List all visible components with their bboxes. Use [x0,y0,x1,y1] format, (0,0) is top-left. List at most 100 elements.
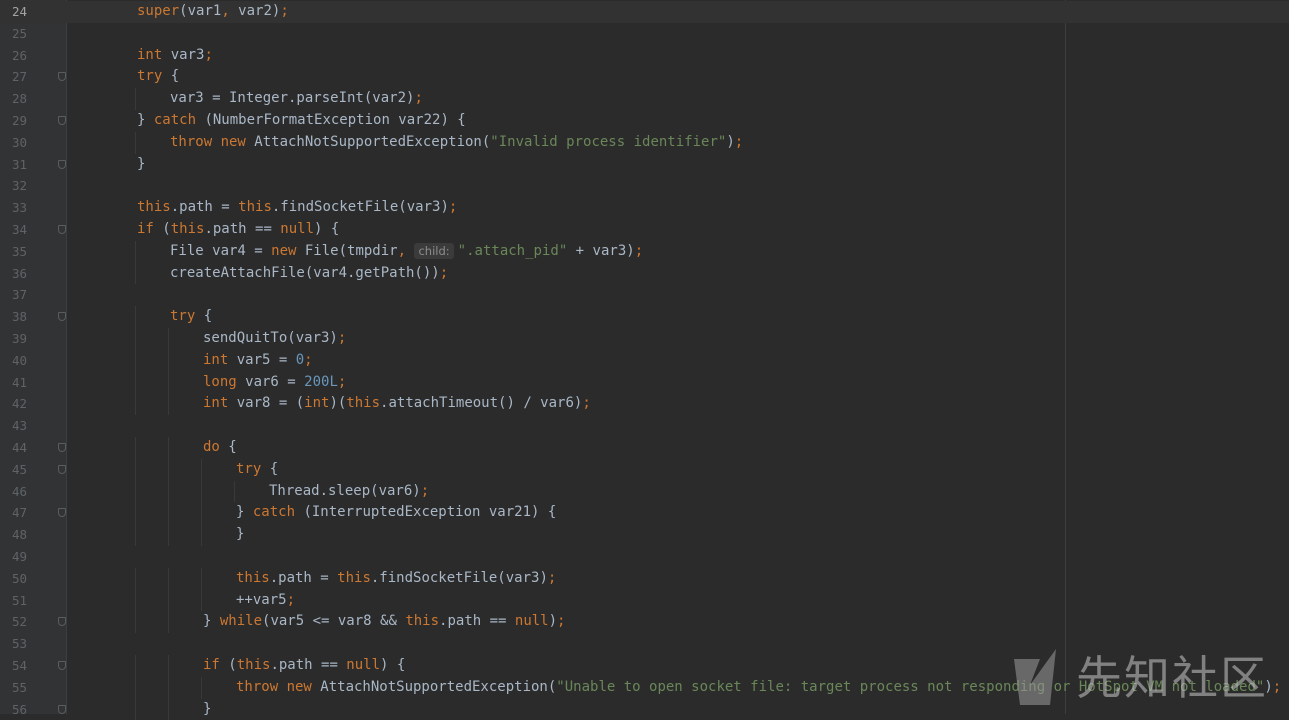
code-line[interactable]: 26 int var3; [0,45,1289,67]
code-line[interactable]: 37 [0,284,1289,306]
code-text[interactable]: int var8 = (int)(this.attachTimeout() / … [203,393,591,415]
fold-marker-icon[interactable] [58,116,66,125]
code-line[interactable]: 33 this.path = this.findSocketFile(var3); [0,197,1289,219]
code-line[interactable]: 31} [0,154,1289,176]
line-number[interactable]: 52 [0,611,27,633]
code-text[interactable]: } [236,524,244,546]
code-text[interactable]: try { [236,459,278,481]
code-text[interactable]: File var4 = new File(tmpdir, child:".att… [170,241,643,263]
code-line[interactable]: 36 createAttachFile(var4.getPath()); [0,263,1289,285]
line-number[interactable]: 25 [0,23,27,45]
code-text[interactable]: if (this.path == null) { [137,219,339,241]
code-text[interactable]: long var6 = 200L; [203,372,346,394]
code-line[interactable]: 42 int var8 = (int)(this.attachTimeout() … [0,393,1289,415]
fold-marker-icon[interactable] [58,465,66,474]
code-text[interactable]: ++var5; [236,590,295,612]
code-line[interactable]: 49 [0,546,1289,568]
code-text[interactable]: this.path = this.findSocketFile(var3); [137,197,457,219]
line-number[interactable]: 55 [0,677,27,699]
code-line[interactable]: 46 Thread.sleep(var6); [0,481,1289,503]
code-line[interactable]: 25 [0,23,1289,45]
code-line[interactable]: 44 do { [0,437,1289,459]
fold-marker-icon[interactable] [58,443,66,452]
code-text[interactable]: int var5 = 0; [203,350,313,372]
code-line[interactable]: 35 File var4 = new File(tmpdir, child:".a… [0,241,1289,263]
code-line[interactable]: 28 var3 = Integer.parseInt(var2); [0,88,1289,110]
code-line[interactable]: 41 long var6 = 200L; [0,372,1289,394]
code-text[interactable]: } [137,154,145,176]
code-text[interactable]: try { [137,66,179,88]
line-number[interactable]: 56 [0,699,27,720]
code-text[interactable]: } catch (InterruptedException var21) { [236,502,556,524]
line-number[interactable]: 38 [0,306,27,328]
line-number[interactable]: 37 [0,284,27,306]
code-line[interactable]: 32 [0,175,1289,197]
line-number[interactable]: 28 [0,88,27,110]
code-line[interactable]: 52 } while(var5 <= var8 && this.path == n… [0,611,1289,633]
code-text[interactable]: this.path = this.findSocketFile(var3); [236,568,556,590]
line-number[interactable]: 47 [0,502,27,524]
code-line[interactable]: 45 try { [0,459,1289,481]
code-text[interactable]: createAttachFile(var4.getPath()); [170,263,448,285]
line-number[interactable]: 31 [0,154,27,176]
line-number[interactable]: 39 [0,328,27,350]
line-number[interactable]: 49 [0,546,27,568]
code-line[interactable]: 30 throw new AttachNotSupportedException(… [0,132,1289,154]
fold-marker-icon[interactable] [58,225,66,234]
code-line[interactable]: 51 ++var5; [0,590,1289,612]
line-number[interactable]: 41 [0,372,27,394]
line-number[interactable]: 27 [0,66,27,88]
line-number[interactable]: 44 [0,437,27,459]
line-number[interactable]: 51 [0,590,27,612]
line-number[interactable]: 32 [0,175,27,197]
code-text[interactable]: } catch (NumberFormatException var22) { [137,110,466,132]
fold-marker-icon[interactable] [58,661,66,670]
line-number[interactable]: 33 [0,197,27,219]
line-number[interactable]: 29 [0,110,27,132]
code-text[interactable]: int var3; [137,45,213,67]
code-line[interactable]: 40 int var5 = 0; [0,350,1289,372]
code-line[interactable]: 29 } catch (NumberFormatException var22) … [0,110,1289,132]
fold-marker-icon[interactable] [58,312,66,321]
fold-marker-icon[interactable] [58,160,66,169]
line-number[interactable]: 53 [0,633,27,655]
code-text[interactable]: } while(var5 <= var8 && this.path == nul… [203,611,565,633]
code-line[interactable]: 47 } catch (InterruptedException var21) { [0,502,1289,524]
line-number[interactable]: 46 [0,481,27,503]
line-number[interactable]: 42 [0,393,27,415]
code-line[interactable]: 50 this.path = this.findSocketFile(var3); [0,568,1289,590]
line-number[interactable]: 45 [0,459,27,481]
code-editor[interactable]: 24 super(var1, var2); 2526 int var3; 27 try {… [0,1,1289,720]
code-text[interactable]: sendQuitTo(var3); [203,328,346,350]
code-text[interactable]: super(var1, var2); [137,1,289,23]
line-number[interactable]: 43 [0,415,27,437]
code-line[interactable]: 34 if (this.path == null) { [0,219,1289,241]
line-number[interactable]: 36 [0,263,27,285]
code-line[interactable]: 27 try { [0,66,1289,88]
code-line[interactable]: 48} [0,524,1289,546]
code-text[interactable]: } [203,699,211,720]
fold-marker-icon[interactable] [58,617,66,626]
code-text[interactable]: var3 = Integer.parseInt(var2); [170,88,423,110]
line-number[interactable]: 54 [0,655,27,677]
code-text[interactable]: throw new AttachNotSupportedException("I… [170,132,743,154]
code-text[interactable]: Thread.sleep(var6); [269,481,429,503]
code-line[interactable]: 38 try { [0,306,1289,328]
code-text[interactable]: if (this.path == null) { [203,655,405,677]
line-number[interactable]: 48 [0,524,27,546]
code-text[interactable]: try { [170,306,212,328]
code-line[interactable]: 43 [0,415,1289,437]
line-number[interactable]: 24 [0,1,27,23]
line-number[interactable]: 34 [0,219,27,241]
code-text[interactable]: do { [203,437,237,459]
line-number[interactable]: 50 [0,568,27,590]
code-line[interactable]: 39 sendQuitTo(var3); [0,328,1289,350]
line-number[interactable]: 26 [0,45,27,67]
line-number[interactable]: 30 [0,132,27,154]
fold-marker-icon[interactable] [58,72,66,81]
line-number[interactable]: 35 [0,241,27,263]
code-line[interactable]: 24 super(var1, var2); [0,1,1289,23]
line-number[interactable]: 40 [0,350,27,372]
fold-marker-icon[interactable] [58,508,66,517]
fold-marker-icon[interactable] [58,705,66,714]
